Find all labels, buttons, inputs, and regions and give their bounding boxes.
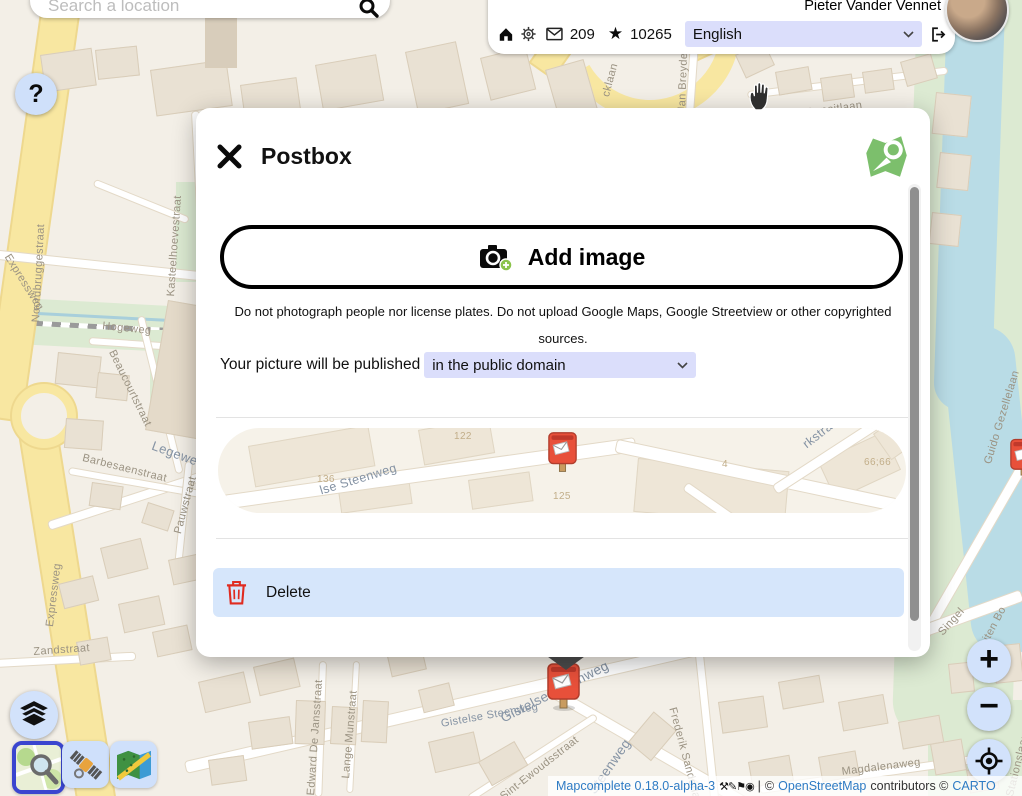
star-icon: ★: [608, 24, 623, 44]
map-decoration: [198, 671, 251, 713]
help-label: ?: [28, 80, 43, 109]
map-decoration: [361, 700, 389, 743]
map-decoration: [64, 418, 104, 451]
camera-icon: [478, 242, 514, 272]
add-image-label: Add image: [528, 244, 646, 271]
map-decoration: [930, 738, 967, 775]
basemap-style-satellite-button[interactable]: [62, 741, 109, 788]
map-decoration: [152, 625, 193, 658]
popup-scrollbar: [908, 184, 921, 651]
popup-title: Postbox: [261, 143, 352, 170]
add-image-button[interactable]: Add image: [220, 225, 903, 289]
map-decoration: [176, 182, 198, 282]
carto-link[interactable]: CARTO: [952, 779, 995, 793]
logout-icon[interactable]: [929, 25, 947, 44]
divider: [216, 538, 908, 539]
minimap-postbox-marker: [548, 431, 577, 480]
map-decoration: [405, 41, 469, 114]
map-decoration: [248, 716, 293, 750]
search-input[interactable]: [46, 0, 358, 17]
map-decoration: [100, 538, 148, 579]
trash-icon: [226, 580, 247, 605]
language-select[interactable]: English: [685, 21, 922, 47]
map-decoration: [480, 47, 536, 101]
map-decoration: [936, 152, 972, 191]
geolocate-icon: [974, 746, 1004, 776]
delete-label: Delete: [266, 584, 311, 602]
app: { "search": { "placeholder": "Search a l…: [0, 0, 1022, 796]
folded-map-icon: [114, 748, 154, 782]
contributors-text: contributors ©: [870, 779, 948, 793]
map-decoration: [89, 482, 124, 510]
license-select[interactable]: in the public domain: [424, 352, 696, 378]
zoom-in-label: +: [979, 640, 999, 679]
basemap-style-map-button[interactable]: [110, 741, 157, 788]
feature-minimap[interactable]: 122136125466;66lse Steenwegrkstraat: [218, 428, 906, 513]
map-decoration: [94, 180, 189, 223]
map-decoration: [208, 755, 247, 786]
map-decoration: [330, 706, 358, 745]
map-decoration: [118, 595, 165, 633]
copyright-symbol: ©: [765, 779, 774, 793]
map-decoration: [778, 675, 824, 710]
language-selected: English: [693, 26, 742, 43]
chevron-down-icon: [903, 31, 914, 38]
map-decoration: [862, 68, 895, 94]
divider: [216, 417, 908, 418]
home-icon[interactable]: [498, 26, 514, 43]
license-note: Do not photograph people nor license pla…: [223, 298, 903, 352]
user-panel: Pieter Vander Vennet 209 ★ 10265 English: [488, 0, 955, 54]
map-decoration: [294, 700, 326, 745]
popup-scrollbar-thumb[interactable]: [910, 187, 919, 621]
postbox-popup: Postbox Add image Do not photograph peop…: [196, 108, 930, 657]
map-decoration: [428, 731, 481, 773]
map-decoration: [76, 636, 112, 665]
attribution-icons: ⚒✎⚑◉: [719, 780, 754, 793]
license-label: Your picture will be published: [220, 356, 420, 374]
map-decoration: [95, 372, 130, 401]
layers-button[interactable]: [10, 691, 58, 739]
map-decoration: [141, 502, 174, 532]
username: Pieter Vander Vennet: [804, 0, 941, 14]
changeset-count[interactable]: 10265: [630, 26, 672, 43]
map-decoration: [838, 694, 889, 732]
search-bar: [30, 0, 390, 18]
zoom-out-button[interactable]: −: [967, 687, 1011, 731]
help-button[interactable]: ?: [15, 73, 57, 115]
map-decoration: [478, 741, 528, 786]
map-decoration: [205, 18, 237, 68]
map-decoration: [95, 46, 140, 80]
attribution-bar: Mapcomplete 0.18.0-alpha-3 ⚒✎⚑◉ | © Open…: [548, 776, 1022, 796]
openstreetmap-link[interactable]: OpenStreetMap: [778, 779, 866, 793]
mapcomplete-logo-icon: [863, 134, 910, 179]
search-icon[interactable]: [358, 0, 380, 19]
map-decoration: [932, 92, 972, 138]
map-decoration: [718, 696, 768, 734]
license-selected: in the public domain: [432, 357, 565, 374]
satellite-icon: [67, 746, 105, 784]
zoom-in-button[interactable]: +: [967, 639, 1011, 683]
osm-style-icon: [16, 745, 61, 790]
layers-icon: [19, 701, 49, 729]
map-decoration: [820, 74, 855, 102]
attribution-separator: |: [758, 779, 761, 793]
chevron-down-icon: [677, 362, 688, 369]
mapcomplete-version-link[interactable]: Mapcomplete 0.18.0-alpha-3: [556, 779, 715, 793]
postbox-marker[interactable]: [547, 663, 580, 716]
messages-icon[interactable]: [546, 27, 563, 41]
map-decoration: [55, 352, 102, 388]
map-decoration: [775, 66, 813, 96]
postbox-marker-partial[interactable]: [1010, 438, 1022, 485]
map-decoration: [315, 54, 384, 111]
minimap-decoration: [468, 471, 534, 509]
gear-icon[interactable]: [521, 26, 536, 42]
basemap-style-osm-button[interactable]: [12, 741, 65, 794]
zoom-out-label: −: [979, 687, 999, 726]
close-icon[interactable]: [216, 143, 243, 170]
map-decoration: [929, 212, 962, 247]
map-decoration: [253, 658, 301, 697]
messages-count[interactable]: 209: [570, 26, 595, 43]
delete-button[interactable]: Delete: [213, 568, 904, 617]
